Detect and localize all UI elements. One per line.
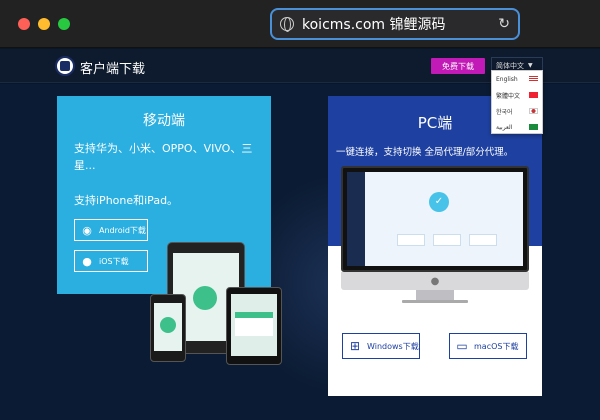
address-bar[interactable]: koicms.com 锦鲤源码 ↻ [270, 8, 520, 40]
windows-download-button[interactable]: ⊞ Windows下载 [342, 333, 420, 359]
monitor-icon: ▭ [456, 339, 468, 353]
language-option-arabic[interactable]: العربية [492, 119, 542, 135]
apple-logo-icon: ● [341, 272, 529, 290]
cn-flag-icon [529, 92, 538, 98]
mobile-description: 支持华为、小米、OPPO、VIVO、三星... [74, 142, 253, 172]
windows-icon: ⊞ [349, 339, 361, 353]
kr-flag-icon [529, 108, 538, 114]
pc-card: PC端 一键连接，支持切换 全局代理/部分代理。 ✓ ● ⊞ Windows下载… [328, 96, 542, 396]
language-option-traditional-chinese[interactable]: 繁體中文 [492, 87, 542, 103]
close-window-button[interactable] [18, 18, 30, 30]
macos-download-button[interactable]: ▭ macOS下载 [449, 333, 527, 359]
language-option-korean[interactable]: 한국어 [492, 103, 542, 119]
address-text: koicms.com 锦鲤源码 [302, 17, 446, 33]
language-option-label: 繁體中文 [496, 92, 521, 100]
maximize-window-button[interactable] [58, 18, 70, 30]
free-download-button[interactable]: 免费下载 [431, 58, 485, 74]
apple-icon: ● [82, 254, 92, 268]
ios-download-button[interactable]: ● iOS下载 [74, 250, 148, 272]
android-download-label: Android下载 [99, 225, 146, 235]
ios-download-label: iOS下载 [99, 256, 129, 266]
sa-flag-icon [529, 124, 538, 130]
macos-download-label: macOS下载 [474, 341, 519, 351]
minimize-window-button[interactable] [38, 18, 50, 30]
language-option-label: 한국어 [496, 108, 513, 116]
site-logo[interactable] [55, 56, 75, 76]
language-option-english[interactable]: English [492, 71, 542, 87]
page-title: 客户端下载 [80, 62, 146, 77]
mobile-title: 移动端 [143, 113, 185, 129]
language-menu: English 繁體中文 한국어 العربية [491, 70, 543, 134]
globe-icon [280, 17, 294, 32]
phone-illustration [150, 294, 186, 362]
chevron-down-icon: ▼ [528, 62, 533, 69]
language-option-label: العربية [496, 123, 513, 131]
pc-description: 一键连接，支持切换 全局代理/部分代理。 [336, 147, 514, 158]
language-option-label: English [496, 75, 518, 83]
windows-download-label: Windows下载 [367, 341, 419, 351]
browser-toolbar: koicms.com 锦鲤源码 ↻ [0, 0, 600, 48]
check-icon: ✓ [429, 192, 449, 212]
mobile-description-ios: 支持iPhone和iPad。 [74, 194, 179, 207]
monitor-stand [416, 290, 454, 300]
language-select-value: 简体中文 [496, 61, 524, 70]
reload-icon[interactable]: ↻ [498, 16, 510, 32]
monitor-illustration: ✓ [341, 166, 529, 272]
phablet-illustration [226, 287, 282, 365]
android-icon: ◉ [82, 223, 92, 237]
us-flag-icon [529, 76, 538, 82]
android-download-button[interactable]: ◉ Android下载 [74, 219, 148, 241]
monitor-foot [402, 300, 468, 303]
